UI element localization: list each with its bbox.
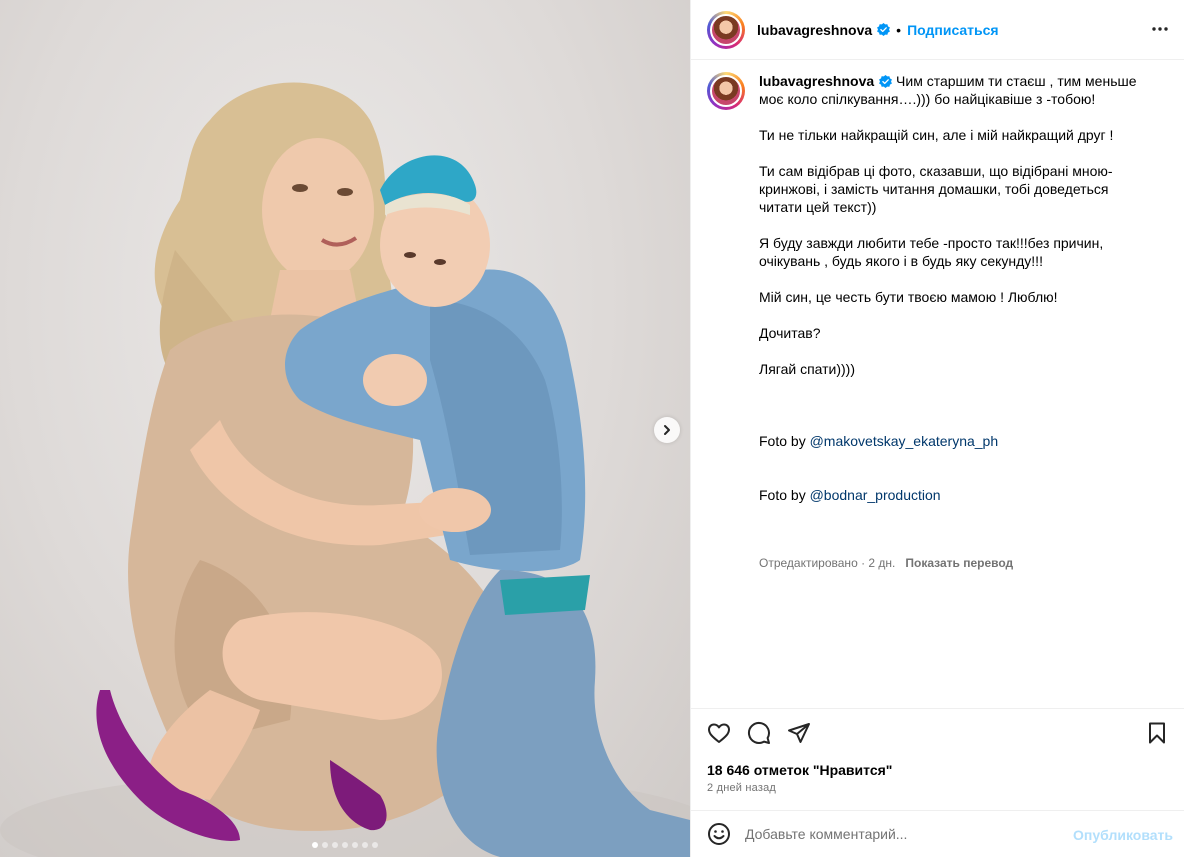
heart-icon[interactable] — [707, 721, 731, 745]
caption-meta: Отредактировано · 2 дн. Показать перевод — [759, 554, 1155, 572]
chevron-right-icon — [664, 425, 670, 435]
carousel-dot — [342, 842, 348, 848]
more-icon[interactable] — [1151, 20, 1169, 38]
carousel-dot — [332, 842, 338, 848]
caption-body: lubavagreshnova Чим старшим ти стаєш , т… — [759, 72, 1155, 700]
verified-icon — [877, 23, 891, 36]
header-separator: • — [896, 21, 902, 38]
caption-paragraph: Лягай спати)))) — [759, 361, 856, 377]
mention-link[interactable]: @bodnar_production — [810, 487, 941, 503]
avatar — [710, 13, 742, 46]
credit-prefix: Foto by — [759, 433, 810, 449]
post-side-panel: lubavagreshnova • Подписаться lubavagres… — [690, 0, 1184, 857]
carousel-dot — [362, 842, 368, 848]
caption-author-username[interactable]: lubavagreshnova — [759, 73, 874, 89]
carousel-dot — [372, 842, 378, 848]
comment-icon[interactable] — [747, 721, 771, 745]
carousel-dot — [312, 842, 318, 848]
post-media[interactable] — [0, 0, 690, 857]
author-avatar[interactable] — [707, 10, 745, 49]
credit-line: Foto by @bodnar_production — [759, 486, 1155, 504]
follow-button[interactable]: Подписаться — [907, 22, 999, 38]
caption-paragraph: Дочитав? — [759, 325, 821, 341]
avatar — [710, 75, 742, 107]
mention-link[interactable]: @makovetskay_ekateryna_ph — [810, 433, 999, 449]
carousel-indicator — [312, 842, 378, 848]
show-translation-button[interactable]: Показать перевод — [905, 556, 1013, 570]
verified-icon — [879, 75, 893, 88]
comment-input[interactable] — [745, 826, 1065, 842]
post-photo — [0, 82, 690, 857]
caption-paragraph: Ти сам відібрав ці фото, сказавши, що ві… — [759, 163, 1117, 215]
post-header: lubavagreshnova • Подписаться — [691, 0, 1184, 60]
caption-author-avatar[interactable] — [707, 72, 745, 110]
author-username[interactable]: lubavagreshnova — [757, 22, 872, 38]
caption-paragraph: Мій син, це честь бути твоєю мамою ! Люб… — [759, 289, 1058, 305]
caption-paragraph: Я буду завжди любити тебе -просто так!!!… — [759, 235, 1108, 269]
likes-count[interactable]: 18 646 отметок "Нравится" — [707, 762, 892, 778]
credit-line: Foto by @makovetskay_ekateryna_ph — [759, 432, 1155, 450]
carousel-dot — [352, 842, 358, 848]
post-dialog: lubavagreshnova • Подписаться lubavagres… — [0, 0, 1184, 857]
emoji-icon[interactable] — [707, 822, 731, 846]
action-bar — [691, 708, 1184, 756]
caption: lubavagreshnova Чим старшим ти стаєш , т… — [707, 72, 1169, 700]
bookmark-icon[interactable] — [1145, 721, 1169, 745]
edited-timestamp: Отредактировано · 2 дн. — [759, 556, 896, 570]
credit-prefix: Foto by — [759, 487, 810, 503]
comment-bar: Опубликовать — [691, 810, 1184, 857]
post-date[interactable]: 2 дней назад — [707, 782, 776, 794]
caption-paragraph: Ти не тільки найкращій син, але і мій на… — [759, 127, 1114, 143]
photo-credits: Foto by @makovetskay_ekateryna_ph Foto b… — [759, 396, 1155, 540]
share-icon[interactable] — [787, 721, 811, 745]
caption-first-line: lubavagreshnova Чим старшим ти стаєш , т… — [759, 72, 1155, 108]
carousel-next-button[interactable] — [654, 417, 680, 443]
publish-button[interactable]: Опубликовать — [1073, 827, 1173, 843]
carousel-dot — [322, 842, 328, 848]
